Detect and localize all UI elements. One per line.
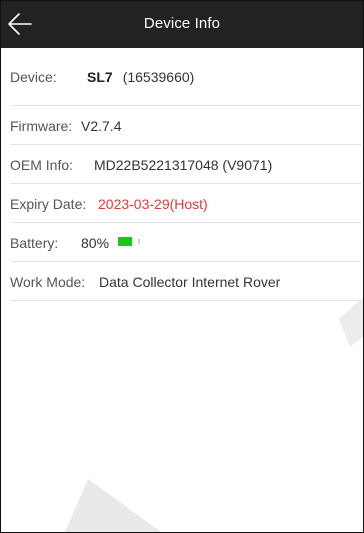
- work-mode-value: Data Collector Internet Rover: [99, 273, 281, 290]
- battery-value: 80%: [81, 234, 110, 251]
- app-header: Device Info: [1, 1, 363, 48]
- device-label: Device:: [10, 69, 57, 85]
- info-list: Device: SL7 (16539660) Firmware: V2.7.4 …: [1, 48, 363, 301]
- firmware-value: V2.7.4: [81, 117, 122, 134]
- battery-level-fill: [118, 237, 133, 246]
- oem-row: OEM Info: MD22B5221317048 (V9071): [1, 145, 363, 184]
- device-model: SL7: [87, 69, 113, 85]
- device-info-screen: Device Info Device: SL7 (16539660) Firmw…: [0, 0, 364, 533]
- battery-tip: [138, 239, 141, 244]
- battery-label: Battery:: [10, 234, 59, 251]
- expiry-label: Expiry Date:: [10, 195, 87, 212]
- oem-value: MD22B5221317048 (V9071): [94, 156, 273, 173]
- work-mode-label: Work Mode:: [10, 273, 86, 290]
- device-serial: (16539660): [122, 69, 195, 85]
- oem-label: OEM Info:: [10, 156, 74, 173]
- battery-row: Battery: 80%: [1, 223, 363, 262]
- page-title: Device Info: [143, 15, 221, 32]
- firmware-row: Firmware: V2.7.4: [1, 106, 363, 145]
- firmware-label: Firmware:: [10, 117, 73, 134]
- expiry-row: Expiry Date: 2023-03-29(Host): [1, 184, 363, 223]
- work-mode-row: Work Mode: Data Collector Internet Rover: [1, 262, 363, 301]
- device-row: Device: SL7 (16539660): [1, 48, 363, 106]
- expiry-value: 2023-03-29(Host): [98, 195, 208, 212]
- battery-icon: [118, 237, 141, 246]
